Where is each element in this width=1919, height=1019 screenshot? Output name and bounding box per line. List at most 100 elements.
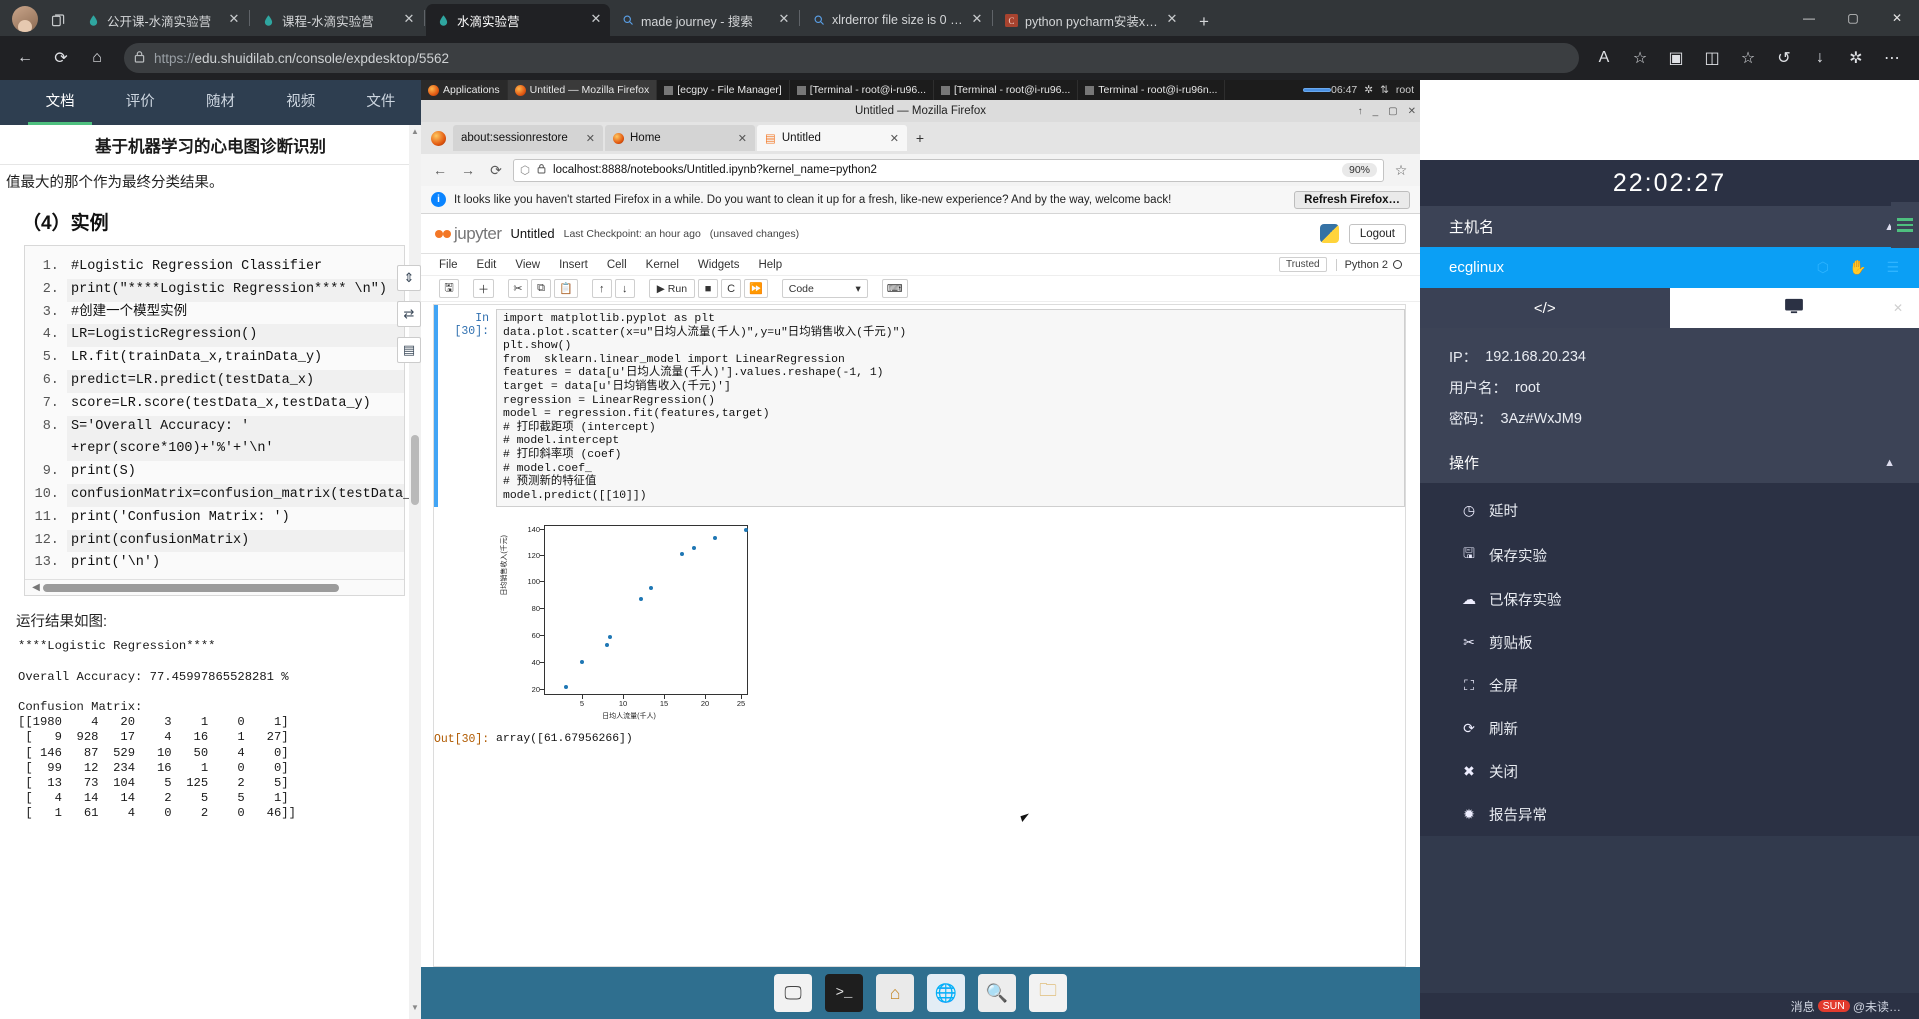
move-down-icon[interactable]: ↓ <box>614 279 635 298</box>
close-icon[interactable]: ✕ <box>226 12 242 28</box>
downloads-icon[interactable]: ↓ <box>1803 41 1837 75</box>
firefox-tab-home[interactable]: Home ✕ <box>605 125 755 151</box>
scroll-left-icon[interactable]: ◀ <box>29 582 43 593</box>
panel-firefox-button[interactable] <box>1303 88 1331 92</box>
restart-kernel-icon[interactable]: C <box>721 279 742 298</box>
menu-insert[interactable]: Insert <box>559 259 588 271</box>
favorites-bar-icon[interactable]: ☆ <box>1731 41 1765 75</box>
bluetooth-icon[interactable]: ✲ <box>1364 84 1373 96</box>
op-fullscreen[interactable]: ⛶ 全屏 <box>1420 664 1919 707</box>
shield-icon[interactable]: ⬡ <box>1817 259 1829 276</box>
applications-menu[interactable]: Applications <box>421 80 508 100</box>
jupyter-logo[interactable]: jupyter <box>435 224 502 244</box>
browser-tab-1[interactable]: 课程-水滴实验营 ✕ <box>251 4 423 36</box>
host-section-header[interactable]: 主机名 ▲ <box>1420 206 1919 247</box>
op-delay[interactable]: ◷ 延时 <box>1420 489 1919 532</box>
cut-icon[interactable]: ✂ <box>508 279 528 298</box>
close-icon[interactable]: ✕ <box>969 12 985 28</box>
notebook-name[interactable]: Untitled <box>511 226 555 241</box>
logout-button[interactable]: Logout <box>1348 223 1406 244</box>
op-save-experiment[interactable]: 🖫 保存实验 <box>1420 532 1919 578</box>
more-options-icon[interactable]: ⋯ <box>1875 41 1909 75</box>
menu-widgets[interactable]: Widgets <box>698 259 740 271</box>
chevron-up-icon[interactable]: ▲ <box>1884 457 1895 469</box>
cell-input-area[interactable]: import matplotlib.pyplot as plt data.plo… <box>496 309 1405 508</box>
terminal-icon[interactable]: >_ <box>825 974 863 1012</box>
bookmark-star-icon[interactable]: ☆ <box>1390 159 1412 181</box>
firefox-address-bar[interactable]: ⬡ localhost:8888/notebooks/Untitled.ipyn… <box>513 158 1384 182</box>
collections-icon[interactable]: ▣ <box>1659 41 1693 75</box>
close-icon[interactable]: ✕ <box>738 132 747 145</box>
menu-kernel[interactable]: Kernel <box>646 259 679 271</box>
hand-icon[interactable]: ✋ <box>1849 259 1866 276</box>
taskbar-item-terminal-1[interactable]: [Terminal - root@i-ru96... <box>790 80 934 100</box>
restart-run-all-icon[interactable]: ⏩ <box>744 279 768 298</box>
maximize-button[interactable]: ▢ <box>1831 2 1875 34</box>
firefox-tab-untitled[interactable]: ▤ Untitled ✕ <box>757 125 907 151</box>
scroll-down-icon[interactable]: ▼ <box>409 1003 421 1017</box>
code-horizontal-scrollbar[interactable]: ◀ <box>25 579 404 596</box>
extensions-icon[interactable]: ✲ <box>1839 41 1873 75</box>
close-icon[interactable]: ✕ <box>401 12 417 28</box>
browser-tab-3[interactable]: made journey - 搜索 ✕ <box>610 4 798 36</box>
host-row[interactable]: ecglinux ⬡ ✋ ☰ <box>1420 247 1919 288</box>
document-scrollbar[interactable]: ▲ ▼ <box>409 125 421 1019</box>
kernel-indicator[interactable]: Python 2 <box>1335 258 1402 271</box>
read-aloud-icon[interactable]: A <box>1587 41 1621 75</box>
window-handle-icon[interactable]: ▤ <box>397 337 421 363</box>
menu-help[interactable]: Help <box>758 259 782 271</box>
network-icon[interactable]: ⇅ <box>1380 84 1389 96</box>
tab-evaluation[interactable]: 评价 <box>100 80 180 125</box>
close-window-button[interactable]: ✕ <box>1875 2 1919 34</box>
address-bar[interactable]: https://edu.shuidilab.cn/console/expdesk… <box>124 43 1579 73</box>
close-icon[interactable]: ✕ <box>776 12 792 28</box>
close-icon[interactable]: ✕ <box>1893 301 1903 315</box>
refresh-firefox-button[interactable]: Refresh Firefox… <box>1294 190 1410 209</box>
reload-icon[interactable]: ⟳ <box>485 159 507 181</box>
close-icon[interactable]: ✕ <box>890 132 899 145</box>
message-footer[interactable]: 消息 SUN @未读… <box>1420 993 1919 1019</box>
resize-handle-icon[interactable]: ⇕ <box>397 265 421 291</box>
tab-materials[interactable]: 随材 <box>180 80 260 125</box>
browser-tab-5[interactable]: C python pycharm安装xlrd_p ✕ <box>994 4 1186 36</box>
vnc-desktop[interactable]: Applications Untitled — Mozilla Firefox … <box>421 80 1420 1019</box>
favorite-star-icon[interactable]: ☆ <box>1623 41 1657 75</box>
save-icon[interactable]: 🖫 <box>439 279 459 298</box>
notebook-code-cell[interactable]: In [30]: import matplotlib.pyplot as plt… <box>434 305 1405 508</box>
cell-type-select[interactable]: Code ▾ <box>781 279 868 298</box>
op-saved-experiments[interactable]: ☁ 已保存实验 <box>1420 578 1919 621</box>
op-close[interactable]: ✖ 关闭 <box>1420 750 1919 793</box>
shade-icon[interactable]: ↑ <box>1358 106 1363 117</box>
run-button[interactable]: ▶ Run <box>648 279 696 298</box>
back-icon[interactable]: ← <box>8 41 42 75</box>
code-console-tab[interactable]: </> <box>1420 288 1670 328</box>
align-handle-icon[interactable]: ⇄ <box>397 301 421 327</box>
minimize-icon[interactable]: _ <box>1373 106 1379 117</box>
trusted-badge[interactable]: Trusted <box>1279 257 1327 272</box>
op-clipboard[interactable]: ✂ 剪贴板 <box>1420 621 1919 664</box>
display-icon[interactable]: 🖵 <box>774 974 812 1012</box>
browser-tab-4[interactable]: xlrderror file size is 0 bytes ✕ <box>801 4 991 36</box>
move-up-icon[interactable]: ↑ <box>591 279 612 298</box>
file-manager-icon[interactable]: 🗀 <box>1029 974 1067 1012</box>
desktop-tab[interactable]: ✕ <box>1669 288 1919 328</box>
forward-icon[interactable]: → <box>457 159 479 181</box>
menu-file[interactable]: File <box>439 259 458 271</box>
menu-view[interactable]: View <box>515 259 540 271</box>
paste-icon[interactable]: 📋 <box>554 279 578 298</box>
taskbar-item-filemanager[interactable]: [ecgpy - File Manager] <box>657 80 790 100</box>
new-tab-button[interactable]: + <box>1190 8 1218 36</box>
search-icon[interactable]: 🔍 <box>978 974 1016 1012</box>
zoom-level[interactable]: 90% <box>1341 163 1377 177</box>
reload-icon[interactable]: ⟳ <box>44 41 78 75</box>
op-refresh[interactable]: ⟳ 刷新 <box>1420 707 1919 750</box>
tab-video[interactable]: 视频 <box>261 80 341 125</box>
history-icon[interactable]: ↺ <box>1767 41 1801 75</box>
close-icon[interactable]: ✕ <box>1164 12 1180 28</box>
browser-globe-icon[interactable]: 🌐 <box>927 974 965 1012</box>
op-report-issue[interactable]: ✹ 报告异常 <box>1420 793 1919 836</box>
tab-documents[interactable]: 文档 <box>20 80 100 125</box>
copy-icon[interactable]: ⧉ <box>531 279 551 298</box>
stop-icon[interactable]: ■ <box>698 279 719 298</box>
sidebar-toggle-handle[interactable] <box>1891 202 1919 248</box>
